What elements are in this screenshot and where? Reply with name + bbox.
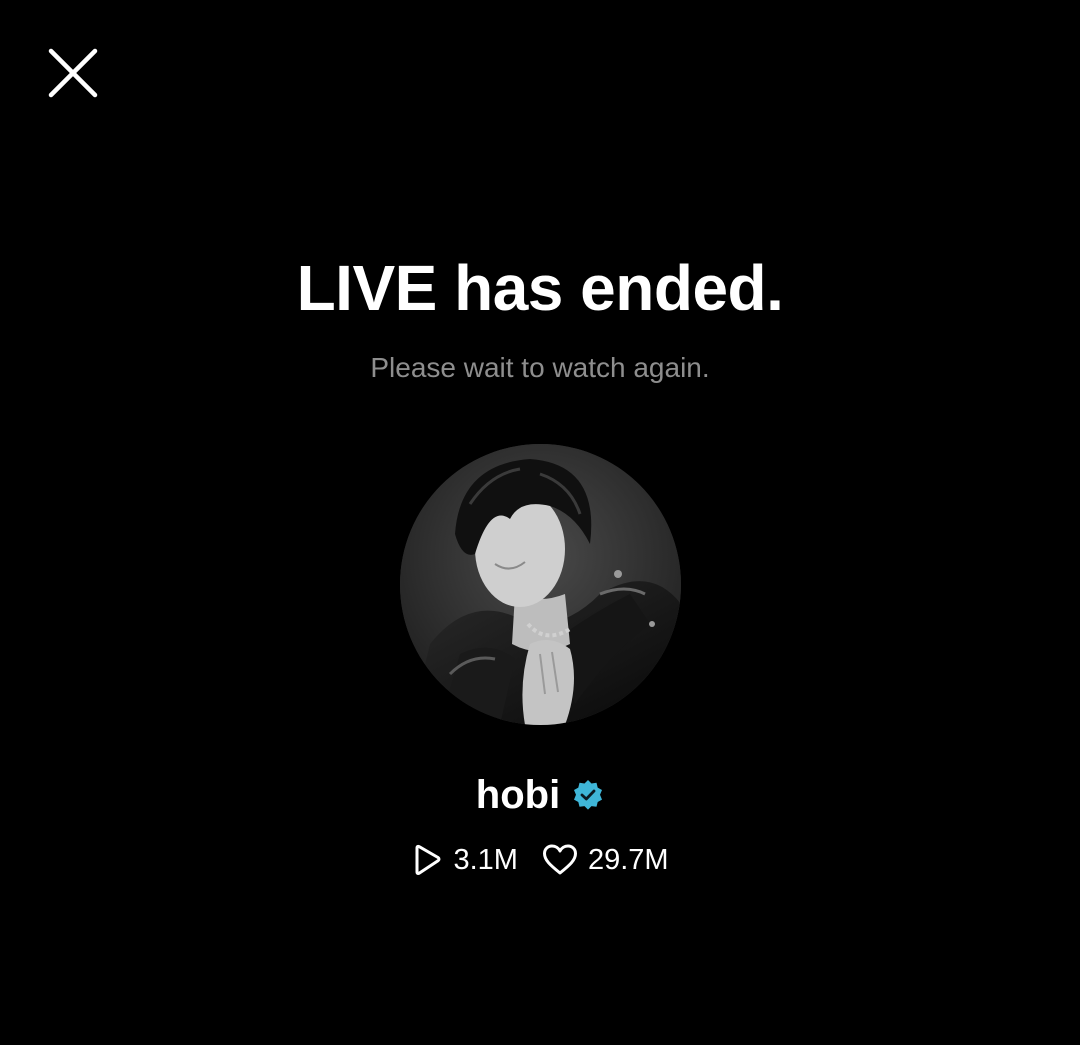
stats-row: 3.1M 29.7M [0, 840, 1080, 880]
plays-stat: 3.1M [411, 840, 518, 880]
live-ended-screen: LIVE has ended. Please wait to watch aga… [0, 0, 1080, 1045]
close-button[interactable] [40, 40, 106, 106]
close-icon [48, 48, 98, 98]
verified-badge-icon [572, 779, 604, 811]
heart-icon [542, 844, 578, 876]
page-title: LIVE has ended. [296, 252, 784, 324]
page-subtitle: Please wait to watch again. [370, 352, 710, 383]
plays-count: 3.1M [453, 844, 518, 876]
likes-stat: 29.7M [542, 840, 669, 880]
play-icon [411, 843, 443, 877]
profile-name-row[interactable]: hobi [0, 770, 1080, 820]
profile-name[interactable]: hobi [476, 770, 560, 820]
profile-photo [400, 444, 681, 725]
likes-count: 29.7M [587, 844, 669, 876]
avatar[interactable] [400, 444, 681, 725]
